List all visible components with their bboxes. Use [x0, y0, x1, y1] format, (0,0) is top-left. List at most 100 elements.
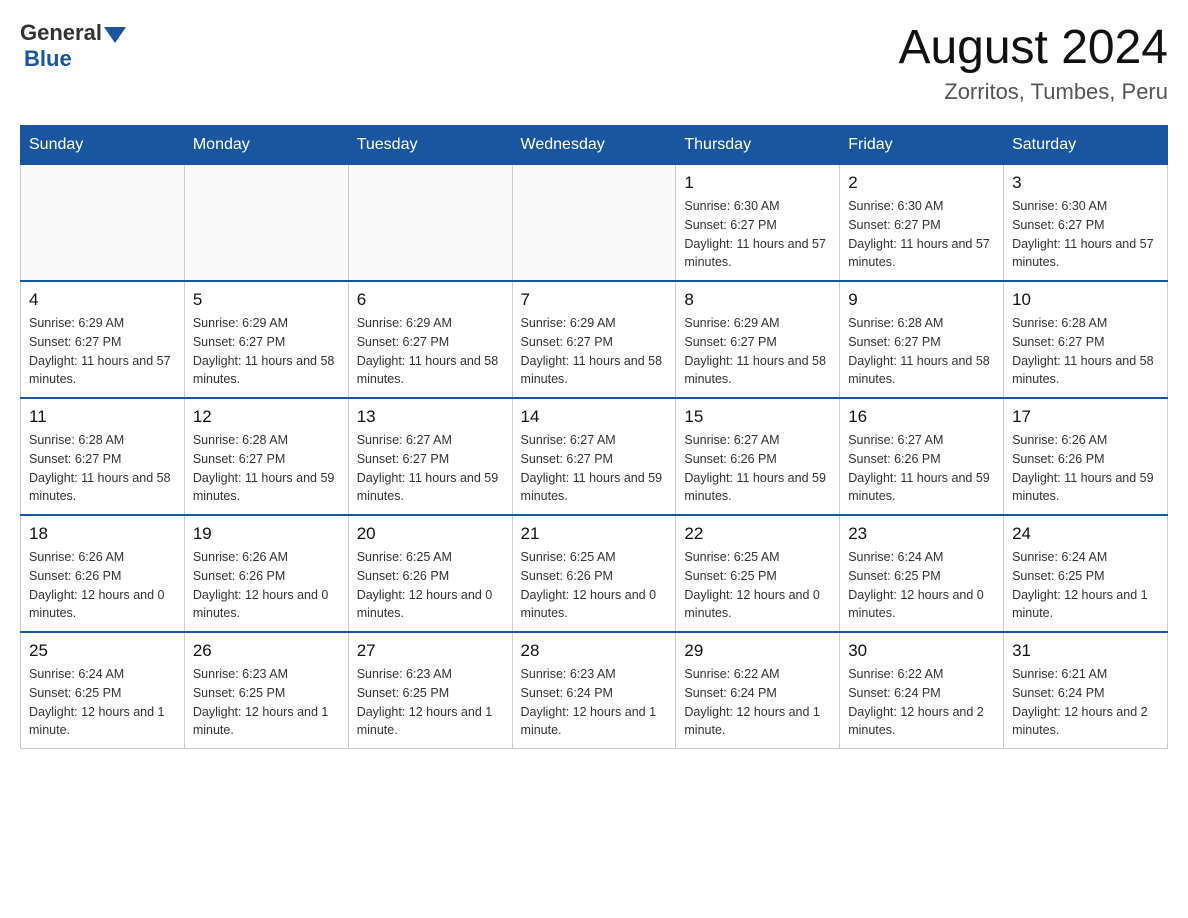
- calendar-header-friday: Friday: [840, 126, 1004, 165]
- calendar-cell: 13 Sunrise: 6:27 AMSunset: 6:27 PMDayligh…: [348, 398, 512, 515]
- calendar-cell: 21Sunrise: 6:25 AMSunset: 6:26 PMDayligh…: [512, 515, 676, 632]
- calendar-cell: 8 Sunrise: 6:29 AMSunset: 6:27 PMDaylight…: [676, 281, 840, 398]
- day-number: 13: [357, 407, 504, 427]
- day-info: Sunrise: 6:26 AMSunset: 6:26 PMDaylight:…: [193, 548, 340, 623]
- calendar-header-tuesday: Tuesday: [348, 126, 512, 165]
- day-info: Sunrise: 6:29 AMSunset: 6:27 PMDaylight:…: [29, 314, 176, 389]
- day-number: 30: [848, 641, 995, 661]
- day-number: 21: [521, 524, 668, 544]
- calendar-cell: 9Sunrise: 6:28 AMSunset: 6:27 PMDaylight…: [840, 281, 1004, 398]
- calendar-header-saturday: Saturday: [1004, 126, 1168, 165]
- day-number: 23: [848, 524, 995, 544]
- day-info: Sunrise: 6:27 AMSunset: 6:27 PMDaylight:…: [357, 431, 504, 506]
- calendar-cell: 24 Sunrise: 6:24 AMSunset: 6:25 PMDayligh…: [1004, 515, 1168, 632]
- day-number: 25: [29, 641, 176, 661]
- day-number: 11: [29, 407, 176, 427]
- day-info: Sunrise: 6:27 AMSunset: 6:26 PMDaylight:…: [848, 431, 995, 506]
- calendar-cell: 28 Sunrise: 6:23 AMSunset: 6:24 PMDayligh…: [512, 632, 676, 749]
- calendar-cell: 3 Sunrise: 6:30 AMSunset: 6:27 PMDaylight…: [1004, 165, 1168, 282]
- day-number: 6: [357, 290, 504, 310]
- calendar-cell: 2Sunrise: 6:30 AMSunset: 6:27 PMDaylight…: [840, 165, 1004, 282]
- day-number: 16: [848, 407, 995, 427]
- calendar-cell: 23 Sunrise: 6:24 AMSunset: 6:25 PMDayligh…: [840, 515, 1004, 632]
- day-number: 1: [684, 173, 831, 193]
- calendar-cell: 10Sunrise: 6:28 AMSunset: 6:27 PMDayligh…: [1004, 281, 1168, 398]
- day-number: 8: [684, 290, 831, 310]
- day-number: 18: [29, 524, 176, 544]
- day-info: Sunrise: 6:25 AMSunset: 6:25 PMDaylight:…: [684, 548, 831, 623]
- day-number: 24: [1012, 524, 1159, 544]
- location-title: Zorritos, Tumbes, Peru: [898, 79, 1168, 105]
- day-info: Sunrise: 6:24 AMSunset: 6:25 PMDaylight:…: [29, 665, 176, 740]
- calendar-cell: 18Sunrise: 6:26 AMSunset: 6:26 PMDayligh…: [21, 515, 185, 632]
- day-number: 28: [521, 641, 668, 661]
- day-info: Sunrise: 6:22 AMSunset: 6:24 PMDaylight:…: [684, 665, 831, 740]
- calendar-header-row: SundayMondayTuesdayWednesdayThursdayFrid…: [21, 126, 1168, 165]
- calendar-week-row: 25 Sunrise: 6:24 AMSunset: 6:25 PMDayligh…: [21, 632, 1168, 749]
- day-info: Sunrise: 6:28 AMSunset: 6:27 PMDaylight:…: [29, 431, 176, 506]
- calendar-cell: 19Sunrise: 6:26 AMSunset: 6:26 PMDayligh…: [184, 515, 348, 632]
- day-number: 27: [357, 641, 504, 661]
- day-number: 5: [193, 290, 340, 310]
- day-number: 10: [1012, 290, 1159, 310]
- day-number: 15: [684, 407, 831, 427]
- calendar-cell: 12Sunrise: 6:28 AMSunset: 6:27 PMDayligh…: [184, 398, 348, 515]
- calendar-header-thursday: Thursday: [676, 126, 840, 165]
- day-number: 9: [848, 290, 995, 310]
- day-number: 7: [521, 290, 668, 310]
- calendar-cell: [21, 165, 185, 282]
- page-header: General Blue August 2024 Zorritos, Tumbe…: [20, 20, 1168, 105]
- calendar-cell: 25 Sunrise: 6:24 AMSunset: 6:25 PMDayligh…: [21, 632, 185, 749]
- calendar-cell: 16 Sunrise: 6:27 AMSunset: 6:26 PMDayligh…: [840, 398, 1004, 515]
- day-number: 4: [29, 290, 176, 310]
- calendar-header-sunday: Sunday: [21, 126, 185, 165]
- day-info: Sunrise: 6:23 AMSunset: 6:24 PMDaylight:…: [521, 665, 668, 740]
- day-info: Sunrise: 6:27 AMSunset: 6:27 PMDaylight:…: [521, 431, 668, 506]
- day-number: 3: [1012, 173, 1159, 193]
- calendar-cell: 30 Sunrise: 6:22 AMSunset: 6:24 PMDayligh…: [840, 632, 1004, 749]
- calendar-cell: 20 Sunrise: 6:25 AMSunset: 6:26 PMDayligh…: [348, 515, 512, 632]
- calendar-cell: 31Sunrise: 6:21 AMSunset: 6:24 PMDayligh…: [1004, 632, 1168, 749]
- day-info: Sunrise: 6:23 AMSunset: 6:25 PMDaylight:…: [193, 665, 340, 740]
- calendar-table: SundayMondayTuesdayWednesdayThursdayFrid…: [20, 125, 1168, 749]
- day-info: Sunrise: 6:29 AMSunset: 6:27 PMDaylight:…: [357, 314, 504, 389]
- day-info: Sunrise: 6:30 AMSunset: 6:27 PMDaylight:…: [1012, 197, 1159, 272]
- calendar-cell: 17Sunrise: 6:26 AMSunset: 6:26 PMDayligh…: [1004, 398, 1168, 515]
- calendar-cell: 22Sunrise: 6:25 AMSunset: 6:25 PMDayligh…: [676, 515, 840, 632]
- day-number: 31: [1012, 641, 1159, 661]
- day-number: 20: [357, 524, 504, 544]
- day-number: 12: [193, 407, 340, 427]
- day-number: 26: [193, 641, 340, 661]
- calendar-cell: 27Sunrise: 6:23 AMSunset: 6:25 PMDayligh…: [348, 632, 512, 749]
- calendar-week-row: 11 Sunrise: 6:28 AMSunset: 6:27 PMDayligh…: [21, 398, 1168, 515]
- day-info: Sunrise: 6:27 AMSunset: 6:26 PMDaylight:…: [684, 431, 831, 506]
- day-info: Sunrise: 6:24 AMSunset: 6:25 PMDaylight:…: [1012, 548, 1159, 623]
- logo-triangle-icon: [104, 23, 126, 45]
- day-info: Sunrise: 6:25 AMSunset: 6:26 PMDaylight:…: [357, 548, 504, 623]
- day-info: Sunrise: 6:29 AMSunset: 6:27 PMDaylight:…: [521, 314, 668, 389]
- calendar-cell: [512, 165, 676, 282]
- calendar-header-wednesday: Wednesday: [512, 126, 676, 165]
- calendar-header-monday: Monday: [184, 126, 348, 165]
- title-block: August 2024 Zorritos, Tumbes, Peru: [898, 20, 1168, 105]
- calendar-cell: 5 Sunrise: 6:29 AMSunset: 6:27 PMDaylight…: [184, 281, 348, 398]
- calendar-week-row: 18 Sunrise: 6:26 AMSunset: 6:26 PMDayligh…: [21, 515, 1168, 632]
- calendar-cell: [348, 165, 512, 282]
- calendar-cell: 7 Sunrise: 6:29 AMSunset: 6:27 PMDaylight…: [512, 281, 676, 398]
- day-number: 14: [521, 407, 668, 427]
- day-info: Sunrise: 6:29 AMSunset: 6:27 PMDaylight:…: [684, 314, 831, 389]
- calendar-cell: 11 Sunrise: 6:28 AMSunset: 6:27 PMDayligh…: [21, 398, 185, 515]
- calendar-week-row: 4 Sunrise: 6:29 AMSunset: 6:27 PMDaylight…: [21, 281, 1168, 398]
- day-info: Sunrise: 6:29 AMSunset: 6:27 PMDaylight:…: [193, 314, 340, 389]
- day-info: Sunrise: 6:30 AMSunset: 6:27 PMDaylight:…: [684, 197, 831, 272]
- calendar-cell: 4 Sunrise: 6:29 AMSunset: 6:27 PMDaylight…: [21, 281, 185, 398]
- calendar-cell: 14 Sunrise: 6:27 AMSunset: 6:27 PMDayligh…: [512, 398, 676, 515]
- month-title: August 2024: [898, 20, 1168, 75]
- day-info: Sunrise: 6:22 AMSunset: 6:24 PMDaylight:…: [848, 665, 995, 740]
- logo-general: General: [20, 20, 102, 46]
- logo-blue: Blue: [24, 46, 72, 71]
- day-info: Sunrise: 6:24 AMSunset: 6:25 PMDaylight:…: [848, 548, 995, 623]
- day-number: 29: [684, 641, 831, 661]
- calendar-cell: 29 Sunrise: 6:22 AMSunset: 6:24 PMDayligh…: [676, 632, 840, 749]
- day-number: 17: [1012, 407, 1159, 427]
